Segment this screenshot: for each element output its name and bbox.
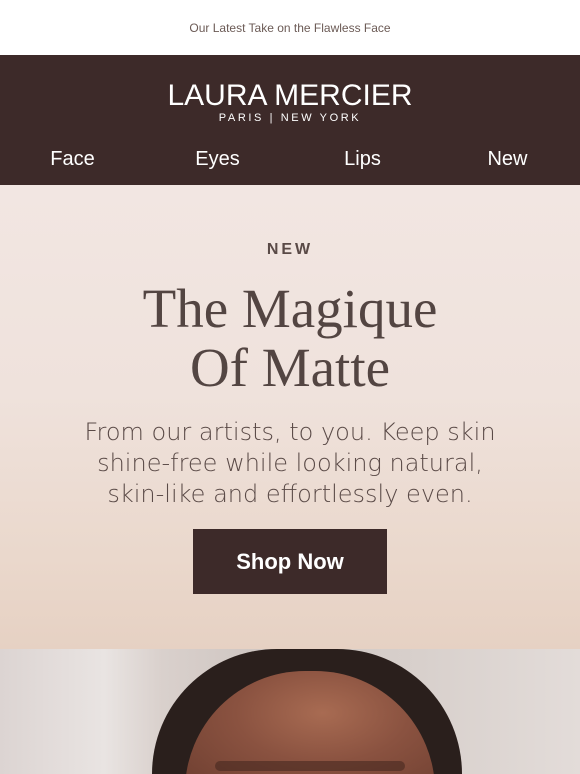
main-nav: Face Eyes Lips New — [0, 139, 580, 179]
hero-body-copy: From our artists, to you. Keep skin shin… — [84, 418, 496, 508]
nav-item-eyes[interactable]: Eyes — [145, 139, 290, 179]
nav-item-lips[interactable]: Lips — [290, 139, 435, 179]
preheader-text: Our Latest Take on the Flawless Face — [189, 20, 391, 35]
brand-logo[interactable]: LAURA MERCIER — [0, 79, 580, 113]
model-brows — [215, 761, 405, 771]
hero-headline-line-2: Of Matte — [189, 337, 391, 398]
hero-headline-line-1: The Magique — [142, 278, 438, 339]
brand-header: LAURA MERCIER PARIS | NEW YORK Face Eyes… — [0, 55, 580, 185]
hero-eyebrow: NEW — [266, 241, 314, 258]
preheader: Our Latest Take on the Flawless Face — [0, 0, 580, 55]
hero-section: NEW The Magique Of Matte From our artist… — [0, 185, 580, 649]
shop-now-button[interactable]: Shop Now — [193, 529, 387, 594]
hero-headline: The Magique Of Matte — [0, 279, 580, 397]
nav-item-face[interactable]: Face — [0, 139, 145, 179]
brand-logo-subtitle: PARIS | NEW YORK — [218, 112, 362, 124]
model-photo[interactable] — [0, 649, 580, 774]
logo-text: LAURA MERCIER — [167, 79, 413, 112]
nav-item-new[interactable]: New — [435, 139, 580, 179]
